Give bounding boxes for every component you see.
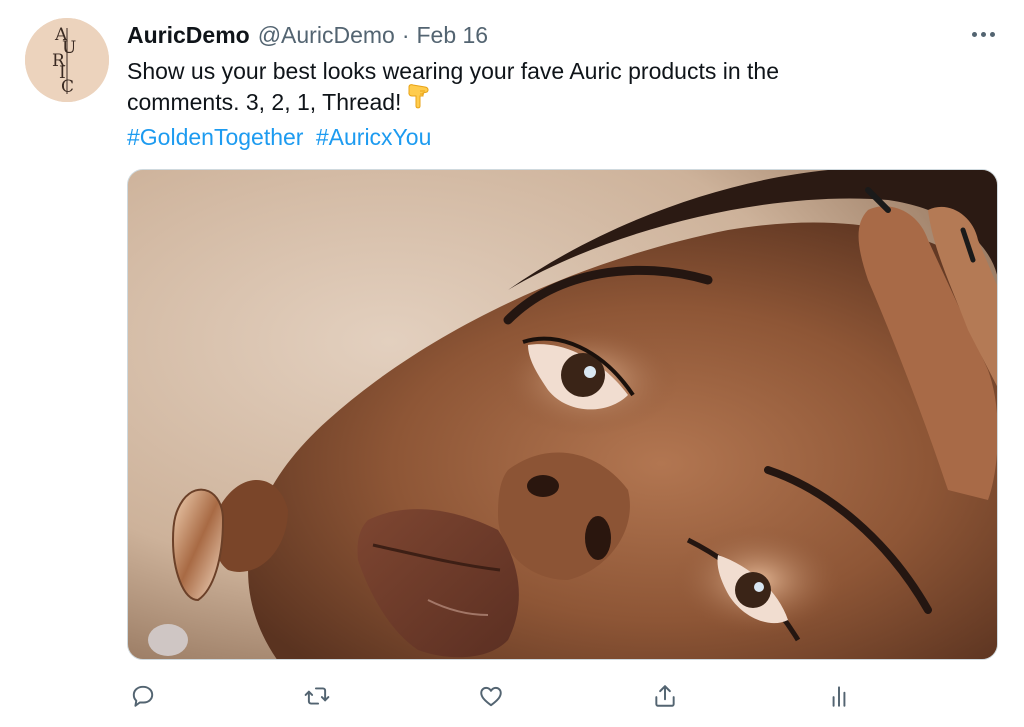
display-name[interactable]: AuricDemo (127, 22, 250, 49)
pointing-down-emoji-icon (405, 83, 431, 119)
tweet-text-line-1: Show us your best looks wearing your fav… (127, 58, 780, 84)
analytics-icon (832, 686, 846, 707)
more-options-button[interactable] (965, 22, 1001, 46)
like-button[interactable] (471, 676, 511, 716)
header-separator: · (401, 21, 410, 48)
tweet-media-image[interactable] (127, 169, 998, 660)
reply-button[interactable] (123, 676, 163, 716)
tweet-header: AuricDemo @AuricDemo · Feb 16 (127, 20, 488, 50)
retweet-button[interactable] (297, 676, 337, 716)
svg-text:C: C (61, 77, 74, 97)
avatar[interactable]: A U R I C (25, 18, 109, 102)
tweet-actions (127, 676, 887, 716)
hashtag-link-golden-together[interactable]: #GoldenTogether (127, 124, 303, 150)
analytics-button[interactable] (819, 676, 859, 716)
reply-icon (132, 685, 154, 707)
tweet-text-line-2-text: comments. 3, 2, 1, Thread! (127, 89, 402, 115)
tweet[interactable]: A U R I C AuricDemo @AuricDemo · Feb 16 … (0, 0, 1024, 727)
retweet-icon (304, 687, 330, 705)
heart-icon (480, 686, 502, 707)
share-icon (655, 685, 675, 707)
user-handle[interactable]: @AuricDemo (258, 22, 395, 49)
auric-logo: A U R I C (25, 18, 109, 102)
more-horizontal-icon (971, 31, 977, 37)
tweet-text: Show us your best looks wearing your fav… (127, 56, 927, 119)
hashtag-link-auricxyou[interactable]: #AuricxYou (316, 124, 432, 150)
portrait-photo (128, 170, 997, 659)
tweet-date[interactable]: Feb 16 (416, 22, 488, 49)
tweet-text-line-2: comments. 3, 2, 1, Thread! (127, 84, 927, 119)
share-button[interactable] (645, 676, 685, 716)
hashtags: #GoldenTogether #AuricxYou (127, 122, 431, 152)
